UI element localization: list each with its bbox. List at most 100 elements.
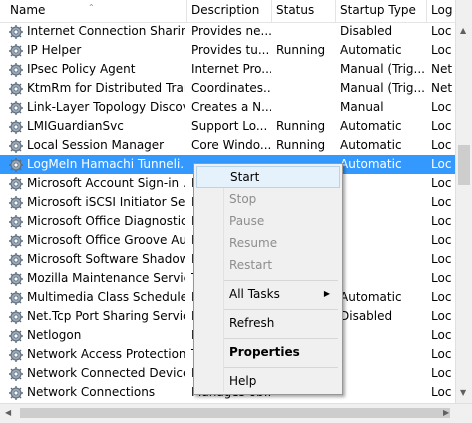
service-name-cell: Network Access Protection ... (27, 347, 185, 361)
gear-icon (8, 347, 24, 363)
service-status-cell (276, 60, 336, 79)
service-name-cell: Microsoft Software Shadow... (27, 252, 185, 266)
menu-item-refresh[interactable]: Refresh (196, 312, 340, 334)
service-startup-cell (340, 364, 426, 383)
menu-item-start-label: Start (230, 170, 260, 184)
service-status-cell (276, 98, 336, 117)
service-log-cell: Loc (431, 119, 452, 133)
service-startup-cell: Automatic (340, 290, 402, 304)
service-row[interactable]: IP Helper Provides tu... Running Automatic L… (0, 41, 455, 60)
service-startup-cell: Manual (Trig... (340, 62, 425, 76)
service-log-cell: Net (431, 81, 453, 95)
service-startup-cell (340, 174, 426, 193)
service-name-cell: Network Connected Device... (27, 366, 185, 380)
service-log-cell: Loc (431, 138, 452, 152)
menu-item-properties[interactable]: Properties (196, 341, 340, 363)
column-header-log-on-as[interactable]: Log (427, 0, 455, 22)
service-log-cell: Loc (431, 347, 452, 361)
service-log-cell: Loc (431, 252, 452, 266)
service-startup-cell (340, 231, 426, 250)
column-header-status[interactable]: Status (272, 0, 336, 22)
service-desc-cell: Internet Pro... (191, 62, 271, 76)
service-status-cell: Running (276, 43, 326, 57)
service-log-cell: Loc (431, 385, 452, 399)
service-name-cell: Microsoft Office Groove Au... (27, 233, 185, 247)
gear-icon (8, 62, 24, 78)
context-menu: Start Stop Pause Resume Restart All Task… (193, 163, 343, 395)
service-status-cell: Running (276, 119, 326, 133)
service-startup-cell (340, 345, 426, 364)
service-startup-cell (340, 269, 426, 288)
service-log-cell: Loc (431, 328, 452, 342)
column-header-log-on-as-label: Log (431, 3, 453, 17)
scroll-up-icon[interactable]: ▲ (460, 26, 466, 35)
service-name-cell: Microsoft Office Diagnostic... (27, 214, 185, 228)
service-name-cell: LMIGuardianSvc (27, 119, 124, 133)
service-name-cell: Netlogon (27, 328, 82, 342)
menu-item-resume[interactable]: Resume (196, 232, 340, 254)
gear-icon (8, 100, 24, 116)
service-name-cell: Net.Tcp Port Sharing Service (27, 309, 185, 323)
service-name-cell: Mozilla Maintenance Service (27, 271, 185, 285)
service-startup-cell (340, 326, 426, 345)
service-status-cell (276, 79, 336, 98)
gear-icon (8, 138, 24, 154)
service-row[interactable]: Local Session Manager Core Windo... Runnin… (0, 136, 455, 155)
service-log-cell: Loc (431, 233, 452, 247)
service-log-cell: Loc (431, 100, 452, 114)
service-startup-cell (340, 212, 426, 231)
menu-item-help[interactable]: Help (196, 370, 340, 392)
service-startup-cell: Disabled (340, 309, 393, 323)
column-header-description-label: Description (191, 3, 260, 17)
column-header-startup-type[interactable]: Startup Type (336, 0, 427, 22)
chevron-right-icon: ▶ (323, 289, 330, 298)
gear-icon (8, 290, 24, 306)
menu-item-restart[interactable]: Restart (196, 254, 340, 276)
horizontal-scrollbar[interactable]: ◀ ▶ (0, 403, 472, 423)
gear-icon (8, 43, 24, 59)
menu-item-stop-label: Stop (229, 192, 257, 206)
scroll-left-icon[interactable]: ◀ (5, 408, 11, 417)
service-status-cell (276, 22, 336, 41)
service-log-cell: Loc (431, 195, 452, 209)
column-header-name[interactable]: ⌃ Name (0, 0, 187, 22)
horizontal-scroll-thumb[interactable] (20, 408, 450, 418)
service-desc-cell: Coordinates... (191, 81, 271, 95)
service-row[interactable]: Internet Connection Sharin... Provides ne… (0, 22, 455, 41)
service-log-cell: Loc (431, 214, 452, 228)
service-name-cell: IP Helper (27, 43, 82, 57)
service-startup-cell: Automatic (340, 138, 402, 152)
service-startup-cell: Automatic (340, 119, 402, 133)
service-startup-cell: Disabled (340, 24, 393, 38)
service-log-cell: Loc (431, 366, 452, 380)
menu-item-pause[interactable]: Pause (196, 210, 340, 232)
column-header-status-label: Status (276, 3, 315, 17)
menu-item-pause-label: Pause (229, 214, 265, 228)
gear-icon (8, 119, 24, 135)
menu-separator (224, 280, 338, 281)
service-desc-cell: Support Lo... (191, 119, 268, 133)
service-desc-cell: Core Windo... (191, 138, 271, 152)
service-name-cell: Link-Layer Topology Discov... (27, 100, 185, 114)
service-startup-cell: Manual (Trig... (340, 81, 425, 95)
vertical-scrollbar[interactable]: ▲ ▼ (455, 0, 472, 403)
service-log-cell: Loc (431, 271, 452, 285)
scroll-right-icon[interactable]: ▶ (443, 408, 449, 417)
vertical-scroll-thumb[interactable] (458, 145, 470, 185)
menu-item-all-tasks[interactable]: All Tasks ▶ (196, 283, 340, 305)
service-name-cell: Multimedia Class Scheduler (27, 290, 185, 304)
menu-item-help-label: Help (229, 374, 257, 388)
service-row[interactable]: KtmRm for Distributed Tran... Coordinates… (0, 79, 455, 98)
column-header-description[interactable]: Description (187, 0, 272, 22)
menu-item-refresh-label: Refresh (229, 316, 275, 330)
service-row[interactable]: Link-Layer Topology Discov... Creates a N… (0, 98, 455, 117)
menu-item-start[interactable]: Start (196, 166, 340, 188)
menu-item-all-tasks-label: All Tasks (229, 287, 280, 301)
scroll-down-icon[interactable]: ▼ (460, 388, 466, 397)
gear-icon (8, 81, 24, 97)
service-row[interactable]: IPsec Policy Agent Internet Pro... Manual … (0, 60, 455, 79)
menu-separator (224, 367, 338, 368)
service-row[interactable]: LMIGuardianSvc Support Lo... Running Automa… (0, 117, 455, 136)
menu-item-stop[interactable]: Stop (196, 188, 340, 210)
gear-icon (8, 176, 24, 192)
